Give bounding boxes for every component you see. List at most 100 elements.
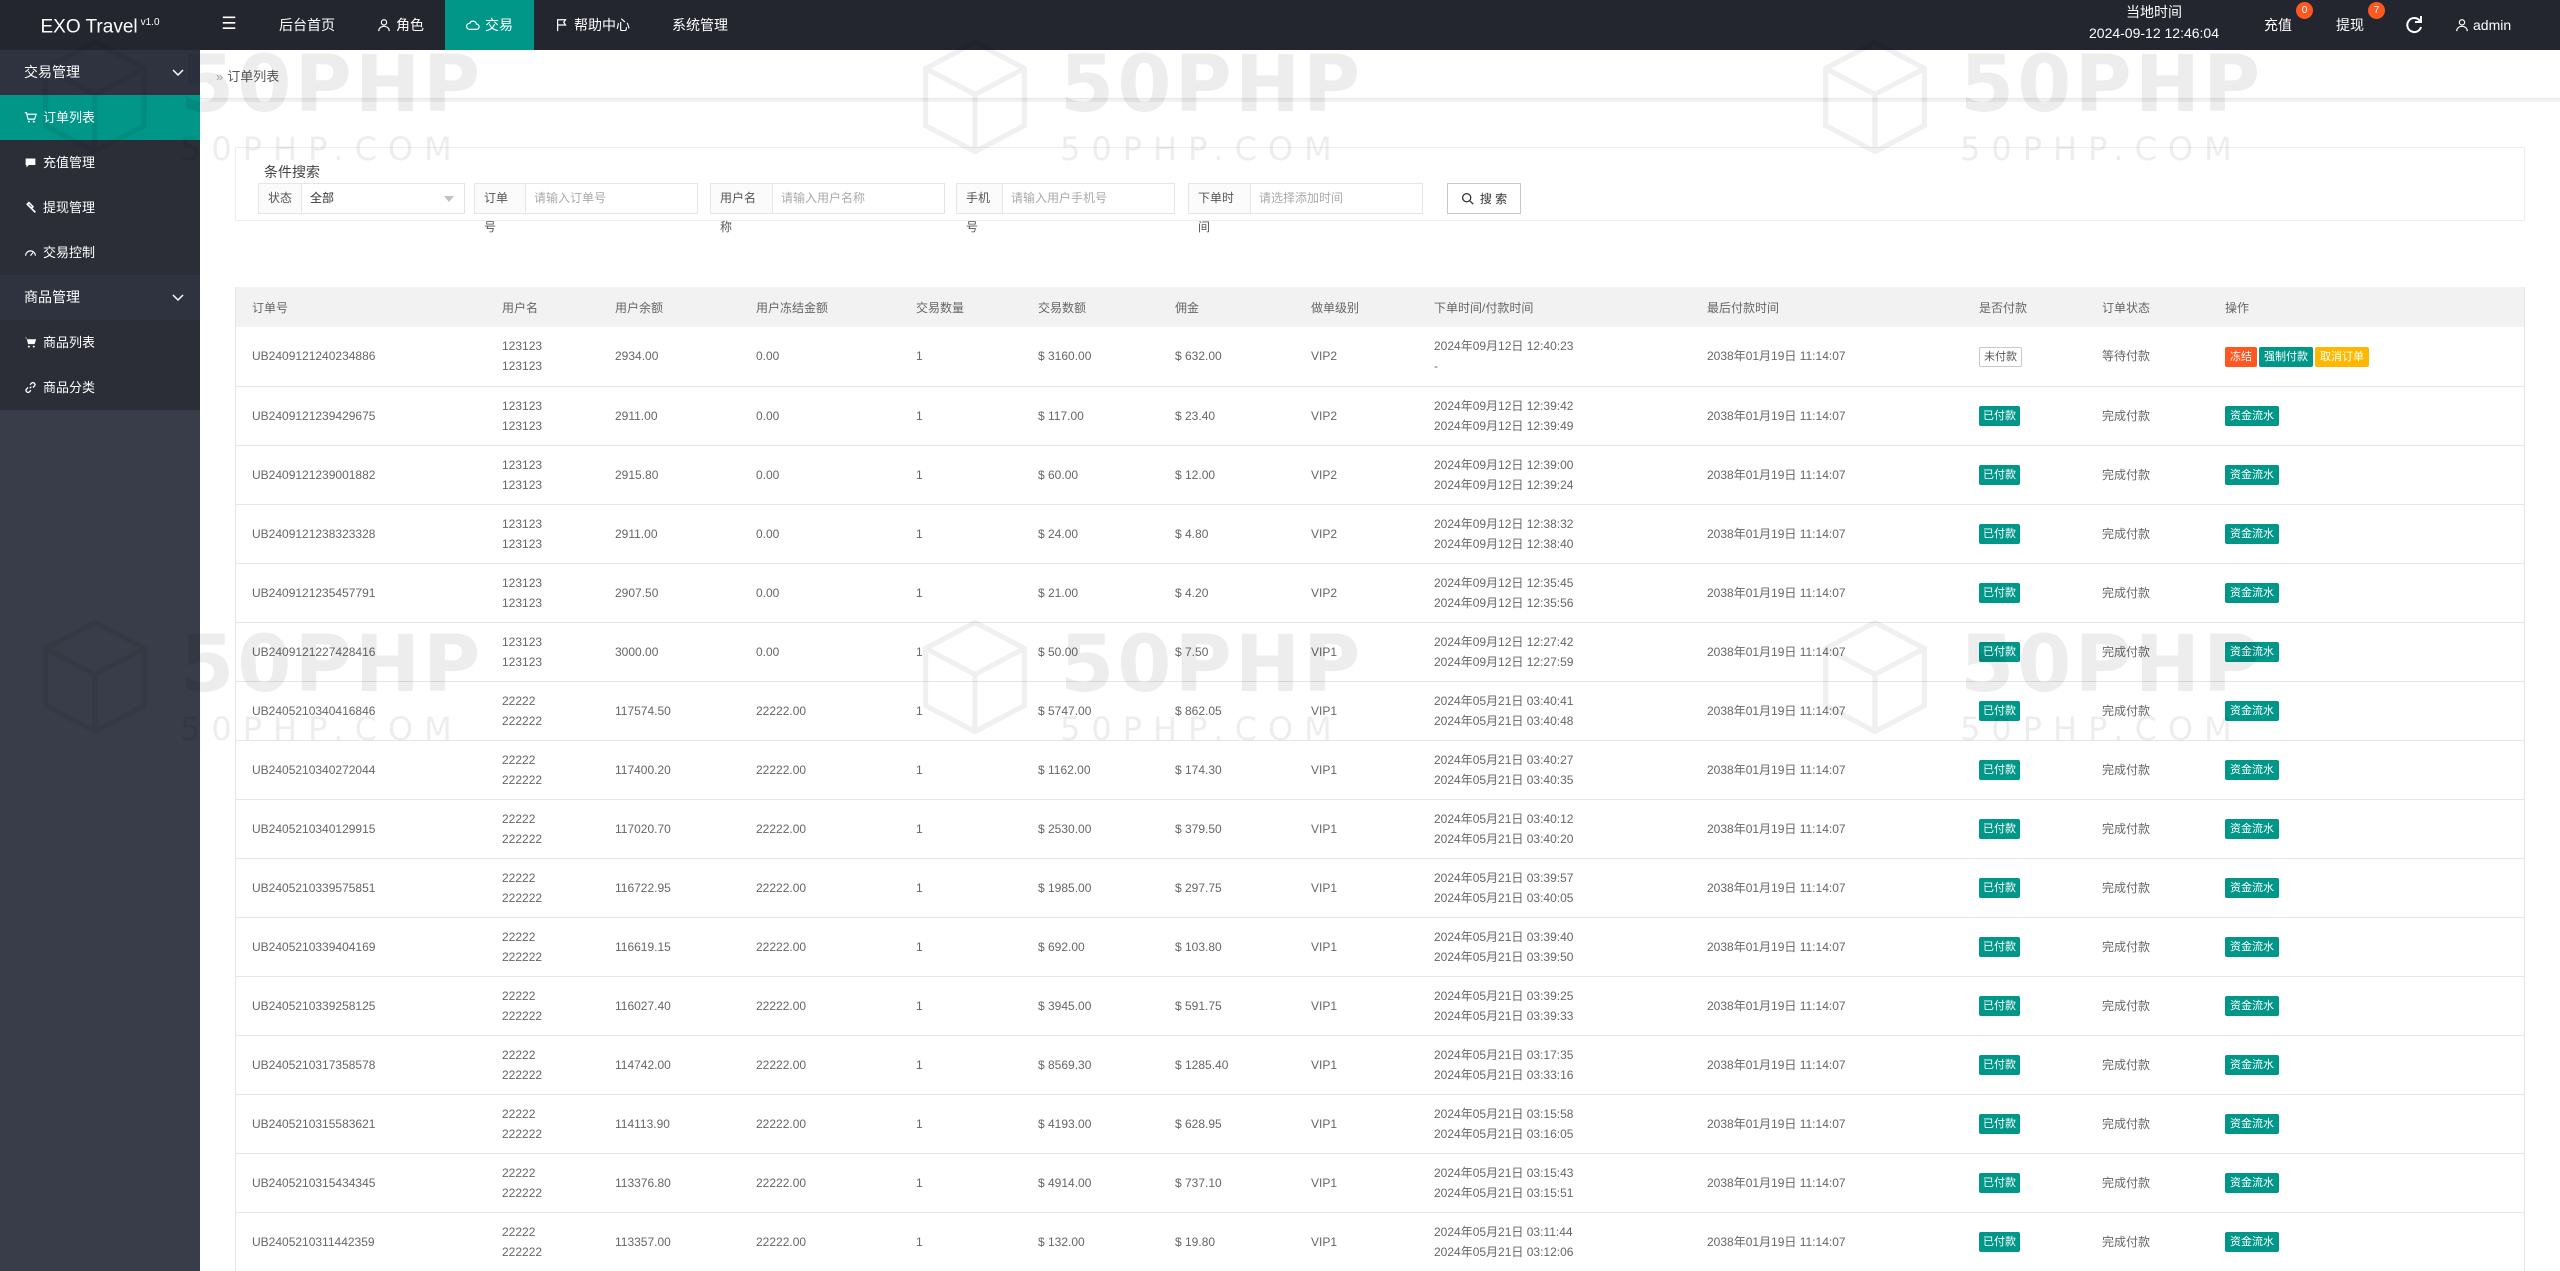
vip-level: VIP1 [1311,1057,1338,1072]
fund-flow-button[interactable]: 资金流水 [2225,406,2279,426]
nav-dashboard[interactable]: 后台首页 [258,0,356,50]
order-number: UB2409121227428416 [252,644,376,659]
cell-user: 123123 123123 [486,386,599,445]
commission: $ 19.80 [1175,1234,1216,1249]
column-header: 下单时间/付款时间 [1434,300,1534,315]
sidebar-group-goods[interactable]: 商品管理 [0,275,200,320]
time-input[interactable] [1251,184,1422,213]
fund-flow-button[interactable]: 资金流水 [2225,1055,2279,1075]
cell-paid: 已付款 [1963,445,2086,504]
nav-trade[interactable]: 交易 [445,0,534,50]
fund-flow-button[interactable]: 资金流水 [2225,878,2279,898]
user-balance: 114742.00 [615,1057,671,1072]
cell-status: 完成付款 [2086,858,2209,917]
cell-level: VIP2 [1295,386,1418,445]
commission: $ 23.40 [1175,408,1216,423]
order-time: 2024年05月21日 03:39:25 [1434,988,1574,1003]
trade-amount: $ 4914.00 [1038,1175,1092,1190]
cell-actions: 资金流水 [2209,504,2524,563]
order-status: 完成付款 [2102,467,2151,482]
fund-flow-button[interactable]: 资金流水 [2225,701,2279,721]
search-button[interactable]: 搜 索 [1447,183,1521,214]
cell-frozen: 22222.00 [740,1094,900,1153]
frozen-amount: 22222.00 [756,1175,807,1190]
menu-toggle-icon[interactable]: ☰ [205,0,253,50]
fund-flow-button[interactable]: 资金流水 [2225,937,2279,957]
cell-times: 2024年05月21日 03:40:41 2024年05月21日 03:40:48 [1418,681,1691,740]
recharge-link[interactable]: 充值 0 [2264,0,2313,50]
fund-flow-button[interactable]: 资金流水 [2225,1232,2279,1252]
cell-order: UB2409121227428416 [236,622,486,681]
freeze-button[interactable]: 冻结 [2225,346,2257,367]
sidebar-group-trade[interactable]: 交易管理 [0,50,200,95]
sidebar-item-trade-control[interactable]: 交易控制 [0,230,200,275]
last-pay-time: 2038年01月19日 11:14:07 [1707,467,1846,482]
cell-amount: $ 4193.00 [1022,1094,1159,1153]
nav-roles[interactable]: 角色 [356,0,445,50]
cell-order: UB2409121235457791 [236,563,486,622]
user-balance: 2915.80 [615,467,659,482]
app-logo[interactable]: EXO Travel v1.0 [0,0,200,50]
pay-time: 2024年09月12日 12:39:49 [1434,418,1574,433]
last-pay-time: 2038年01月19日 11:14:07 [1707,349,1846,364]
cancel-order-button[interactable]: 取消订单 [2315,346,2369,367]
order-input[interactable] [526,184,697,213]
phone-input[interactable] [1003,184,1174,213]
order-field: 订单号 [474,183,698,234]
sidebar-item-goods-category[interactable]: 商品分类 [0,365,200,410]
cell-frozen: 0.00 [740,386,900,445]
cell-frozen: 22222.00 [740,681,900,740]
fund-flow-button[interactable]: 资金流水 [2225,996,2279,1016]
recharge-label: 充值 [2264,17,2292,33]
user-phone: 222222 [502,890,543,905]
cell-paid: 已付款 [1963,1212,2086,1271]
cell-amount: $ 21.00 [1022,563,1159,622]
cell-times: 2024年05月21日 03:40:27 2024年05月21日 03:40:35 [1418,740,1691,799]
trade-amount: $ 60.00 [1038,467,1079,482]
fund-flow-button[interactable]: 资金流水 [2225,524,2279,544]
sidebar-item-withdraw[interactable]: 提现管理 [0,185,200,230]
withdraw-link[interactable]: 提现 7 [2336,0,2385,50]
fund-flow-button[interactable]: 资金流水 [2225,760,2279,780]
fund-flow-button[interactable]: 资金流水 [2225,642,2279,662]
sidebar-item-label: 充值管理 [43,155,96,170]
username-input[interactable] [773,184,944,213]
user-icon [378,19,390,32]
fund-flow-button[interactable]: 资金流水 [2225,1173,2279,1193]
sidebar-item-goods-list[interactable]: 商品列表 [0,320,200,365]
fund-flow-button[interactable]: 资金流水 [2225,465,2279,485]
order-time: 2024年05月21日 03:15:43 [1434,1165,1574,1180]
force-pay-button[interactable]: 强制付款 [2259,346,2313,367]
cell-last: 2038年01月19日 11:14:07 [1691,799,1963,858]
vip-level: VIP2 [1311,349,1338,364]
nav-help[interactable]: 帮助中心 [534,0,651,50]
user-balance: 2911.00 [615,526,658,541]
sidebar-item-recharge[interactable]: 充值管理 [0,140,200,185]
breadcrumb-current[interactable]: 订单列表 [227,69,279,84]
fund-flow-button[interactable]: 资金流水 [2225,583,2279,603]
cell-level: VIP1 [1295,1212,1418,1271]
cell-actions: 资金流水 [2209,1035,2524,1094]
username: 123123 [502,634,543,649]
breadcrumb-separator-icon: » [216,69,224,84]
column-header: 最后付款时间 [1707,300,1780,315]
fund-flow-button[interactable]: 资金流水 [2225,1114,2279,1134]
user-phone: 123123 [502,536,543,551]
cell-last: 2038年01月19日 11:14:07 [1691,563,1963,622]
nav-system[interactable]: 系统管理 [651,0,749,50]
order-status: 完成付款 [2102,939,2151,954]
status-value[interactable]: 全部 [302,184,464,213]
chevron-down-icon [172,294,184,302]
user-menu[interactable]: admin [2455,0,2511,50]
paid-status-badge: 已付款 [1979,1173,2020,1193]
table-row: UB2409121235457791 123123 123123 2907.50 0.0… [236,563,2524,622]
paid-status-badge: 已付款 [1979,465,2020,485]
fund-flow-button[interactable]: 资金流水 [2225,819,2279,839]
cell-amount: $ 60.00 [1022,445,1159,504]
cell-balance: 117574.50 [599,681,740,740]
status-select[interactable]: 状态 全部 [258,183,465,214]
sidebar-item-order-list[interactable]: 订单列表 [0,95,200,140]
search-title: 条件搜索 [264,164,320,180]
paid-status-badge: 已付款 [1979,937,2020,957]
refresh-icon[interactable] [2402,13,2426,37]
